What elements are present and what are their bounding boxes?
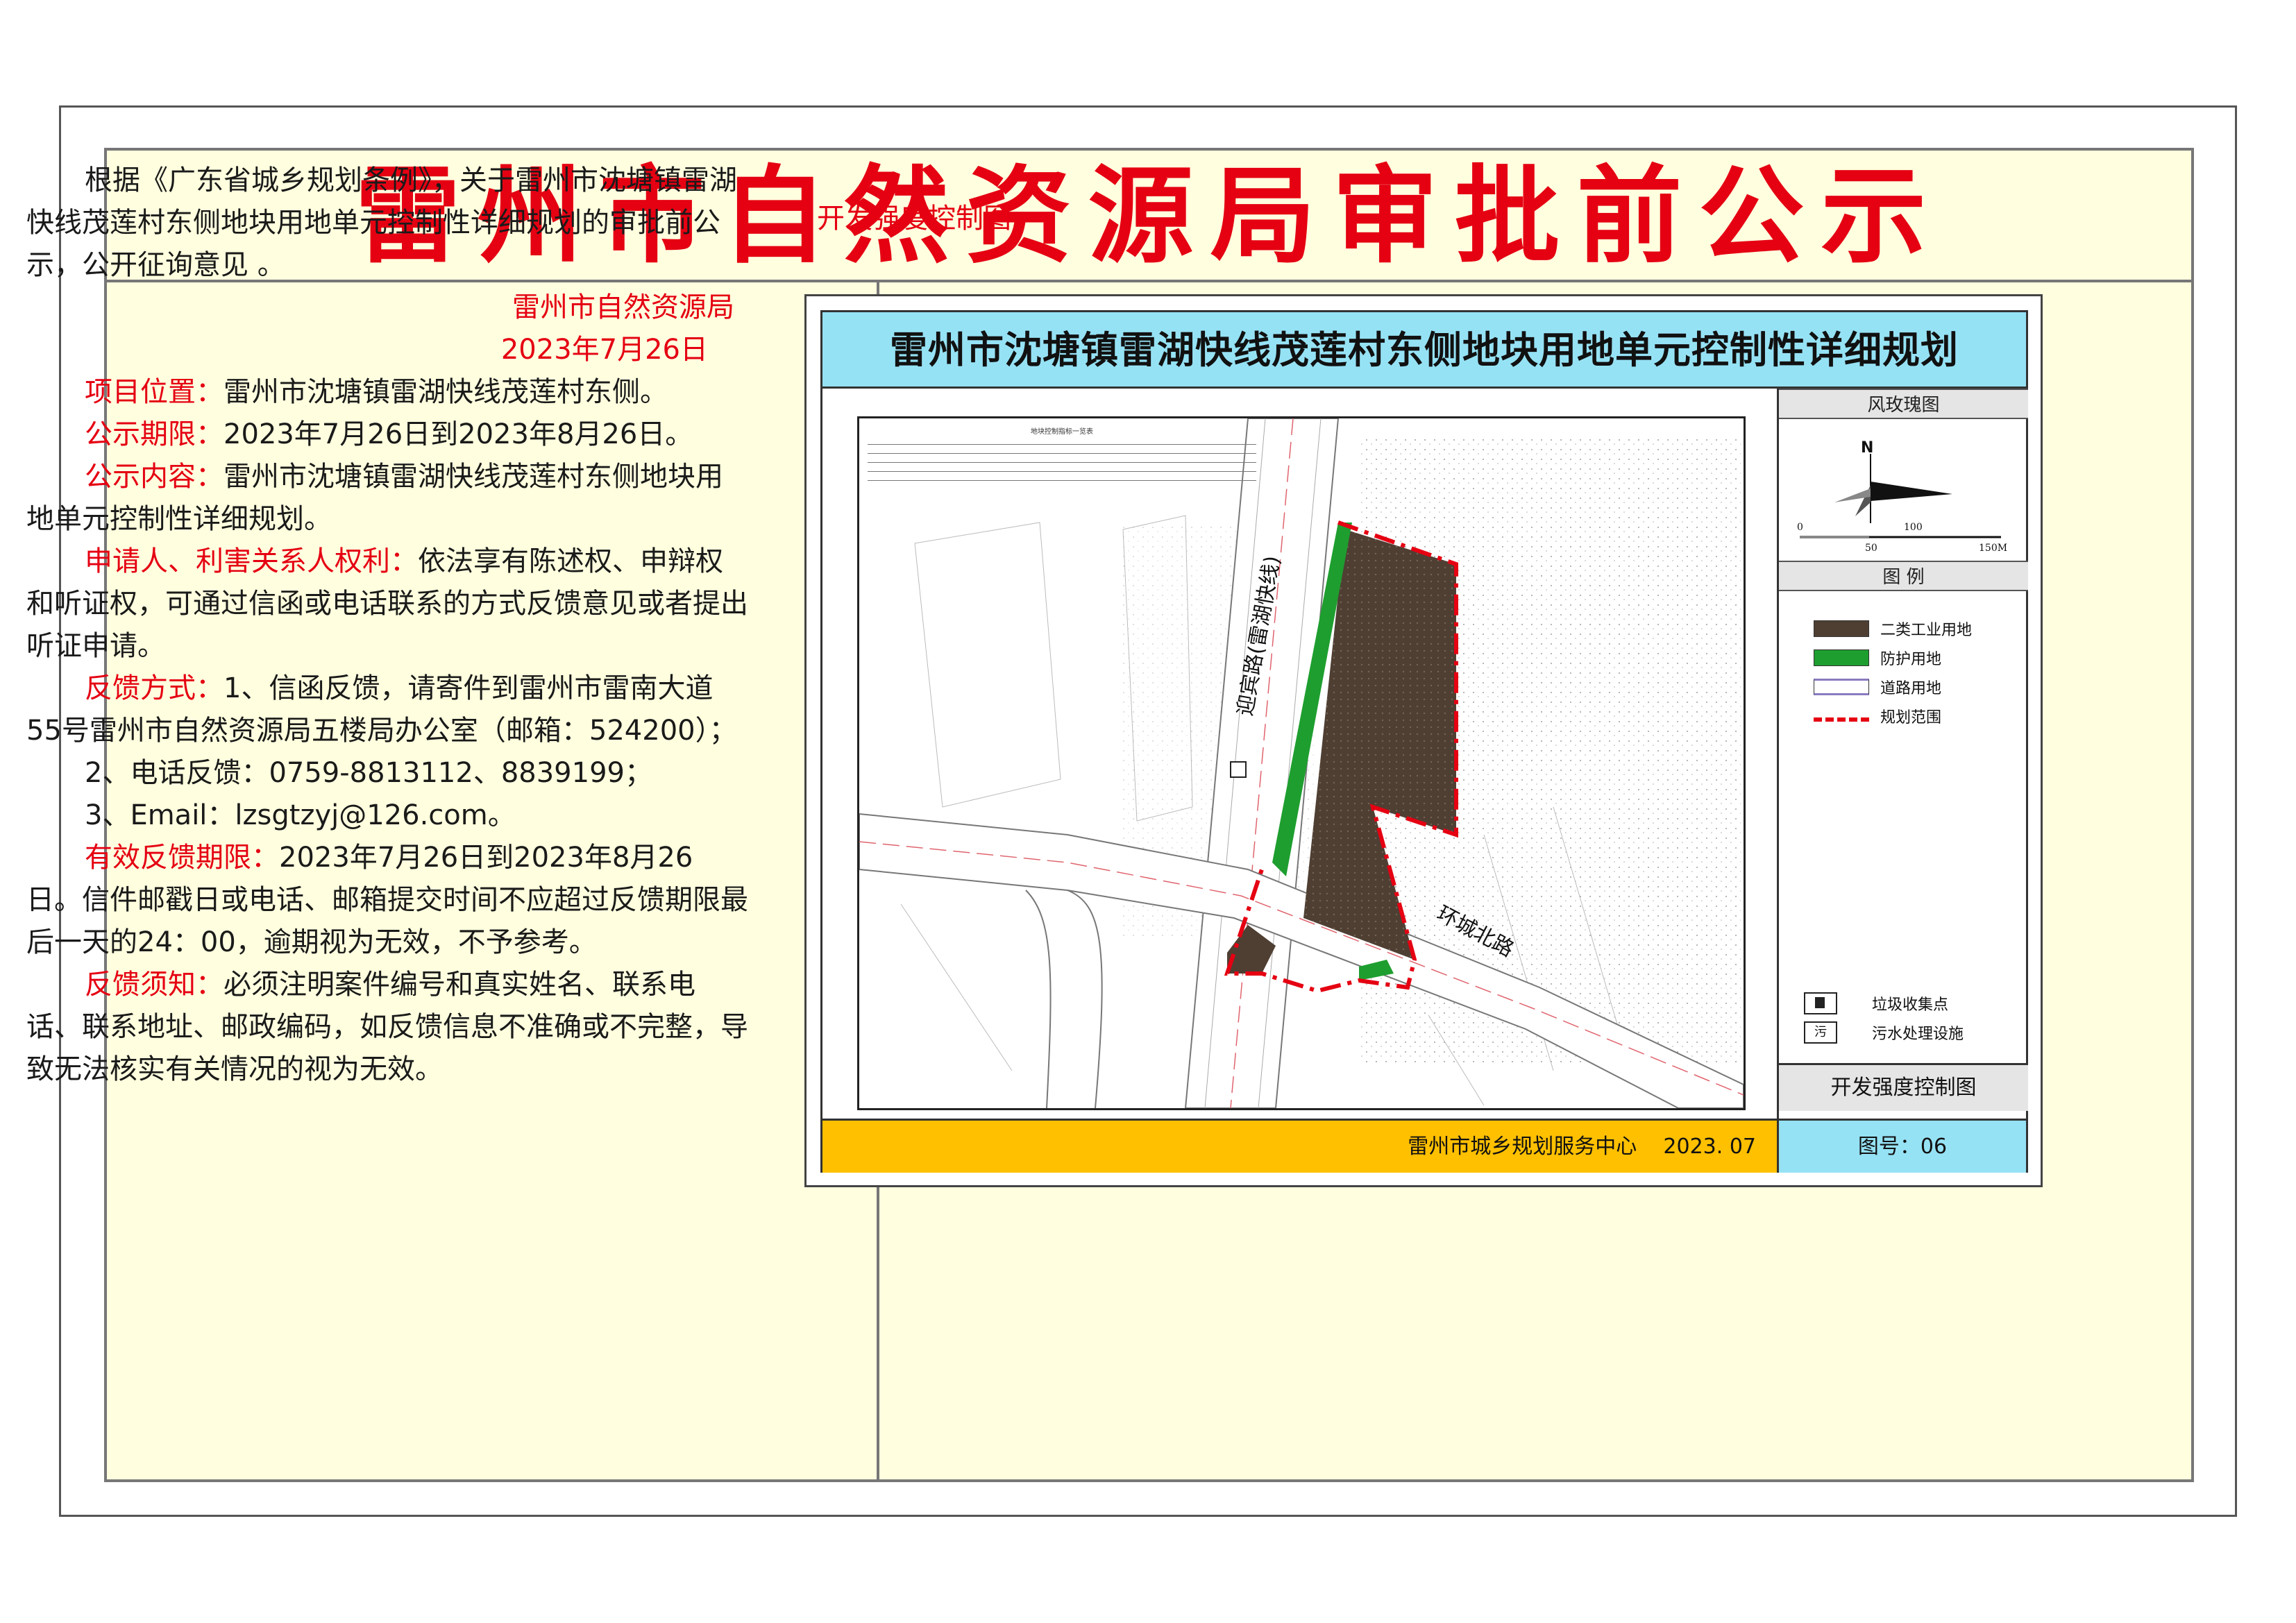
- legend-label: 防护用地: [1880, 651, 1942, 668]
- compass-rose: N 0 50 100 150M: [1797, 439, 2007, 554]
- index-table-title: 地块控制指标一览表: [1031, 428, 1093, 436]
- item-location: 项目位置：雷州市沈塘镇雷湖快线茂莲村东侧。: [26, 371, 748, 414]
- legend-label: 规划范围: [1880, 709, 1942, 726]
- map-sheet: 雷州市沈塘镇雷湖快线茂莲村东侧地块用地单元控制性详细规划 迎宾路(雷湖快线) 环…: [820, 310, 2028, 1173]
- item-text: 2023年7月26日到2023年8月26日。: [223, 418, 693, 450]
- industrial-swatch: [1814, 620, 1869, 637]
- figure-number: 图号：06: [1777, 1119, 2026, 1173]
- item-rights: 申请人、利害关系人权利：依法享有陈述权、申辩权和听证权，可通过信函或电话联系的方…: [26, 541, 748, 668]
- item-label: 反馈方式：: [85, 672, 223, 704]
- legend-label: 污水处理设施: [1872, 1026, 1964, 1043]
- table-row: [868, 436, 1256, 445]
- item-period: 公示期限：2023年7月26日到2023年8月26日。: [26, 414, 748, 456]
- issue-date: 2023年7月26日: [500, 334, 708, 366]
- index-table: 地块控制指标一览表: [868, 425, 1256, 481]
- legend-industrial: 二类工业用地: [1814, 618, 1972, 640]
- table-row: [868, 445, 1256, 454]
- green-swatch: [1814, 649, 1869, 666]
- legend-label: 二类工业用地: [1880, 622, 1973, 639]
- map-title: 雷州市沈塘镇雷湖快线茂莲村东侧地块用地单元控制性详细规划: [822, 312, 2026, 389]
- legend-sewage: 污 污水处理设施: [1804, 1021, 1964, 1044]
- scale-100: 100: [1904, 522, 1923, 533]
- legend-boundary: 规划范围: [1814, 705, 1941, 727]
- legend-label: 垃圾收集点: [1872, 996, 1949, 1014]
- feedback-phone: 2、电话反馈：0759-8813112、8839199；: [85, 757, 652, 789]
- trash-icon: [1804, 992, 1837, 1014]
- bottom-bar: 雷州市城乡规划服务中心 2023. 07: [822, 1119, 1777, 1173]
- scale-150: 150M: [1979, 543, 2007, 554]
- planning-map: 迎宾路(雷湖快线) 环城北路 地块控制指标一览表: [857, 416, 1746, 1110]
- item-label: 有效反馈期限：: [85, 842, 279, 874]
- item-label: 项目位置：: [85, 376, 223, 408]
- feedback-email: 3、Email：lzsgtzyj@126.com。: [85, 799, 516, 831]
- panel-footer: 开发强度控制图: [1779, 1063, 2028, 1111]
- road-swatch: [1814, 679, 1869, 695]
- table-row: [868, 463, 1256, 472]
- item-content: 公示内容：雷州市沈塘镇雷湖快线茂莲村东侧地块用地单元控制性详细规划。: [26, 456, 748, 541]
- legend-heading: 图 例: [1779, 561, 2028, 591]
- legend-road: 道路用地: [1814, 676, 1941, 698]
- scale-0: 0: [1797, 522, 1803, 533]
- map-frame: 雷州市沈塘镇雷湖快线茂莲村东侧地块用地单元控制性详细规划 迎宾路(雷湖快线) 环…: [804, 294, 2043, 1187]
- item-text: 雷州市沈塘镇雷湖快线茂莲村东侧。: [223, 376, 668, 408]
- table-row: [868, 454, 1256, 463]
- item-label: 申请人、利害关系人权利：: [85, 545, 418, 577]
- item-label: 公示内容：: [85, 461, 223, 493]
- north-label: N: [1861, 439, 1873, 457]
- legend-trash: 垃圾收集点: [1804, 992, 1948, 1014]
- item-label: 公示期限：: [85, 418, 223, 450]
- item-deadline: 有效反馈期限：2023年7月26日到2023年8月26日。信件邮戳日或电话、邮箱…: [26, 837, 748, 964]
- legend-label: 道路用地: [1880, 680, 1942, 697]
- map-caption: 开发强度控制图: [817, 203, 1011, 235]
- sewage-icon: 污: [1804, 1021, 1837, 1044]
- boundary-swatch: [1814, 717, 1869, 722]
- trash-point-marker: [1230, 761, 1247, 778]
- table-row: [868, 472, 1256, 481]
- notice-text: 根据《广东省城乡规划条例》，关于雷州市沈塘镇雷湖快线茂莲村东侧地块用地单元控制性…: [26, 160, 748, 1091]
- issuer: 雷州市自然资源局: [512, 291, 734, 323]
- side-panel: 风玫瑰图 N 0 50 100 150M 图 例 二类工业用地 防护用地 道路用…: [1777, 389, 2028, 1119]
- legend-protective: 防护用地: [1814, 647, 1941, 669]
- map-drawing: 迎宾路(雷湖快线) 环城北路: [859, 418, 1744, 1108]
- notice-intro: 根据《广东省城乡规划条例》，关于雷州市沈塘镇雷湖快线茂莲村东侧地块用地单元控制性…: [26, 164, 737, 281]
- scale-50: 50: [1865, 543, 1877, 554]
- org-name: 雷州市城乡规划服务中心: [1408, 1135, 1637, 1159]
- item-notes: 反馈须知：必须注明案件编号和真实姓名、联系电话、联系地址、邮政编码，如反馈信息不…: [26, 964, 748, 1091]
- item-label: 反馈须知：: [85, 969, 223, 1001]
- org-date: 2023. 07: [1663, 1135, 1756, 1159]
- org-line: 雷州市城乡规划服务中心 2023. 07: [1408, 1121, 1756, 1173]
- compass-heading: 风玫瑰图: [1779, 389, 2028, 419]
- item-feedback: 反馈方式：1、信函反馈，请寄件到雷州市雷南大道55号雷州市自然资源局五楼局办公室…: [26, 668, 748, 752]
